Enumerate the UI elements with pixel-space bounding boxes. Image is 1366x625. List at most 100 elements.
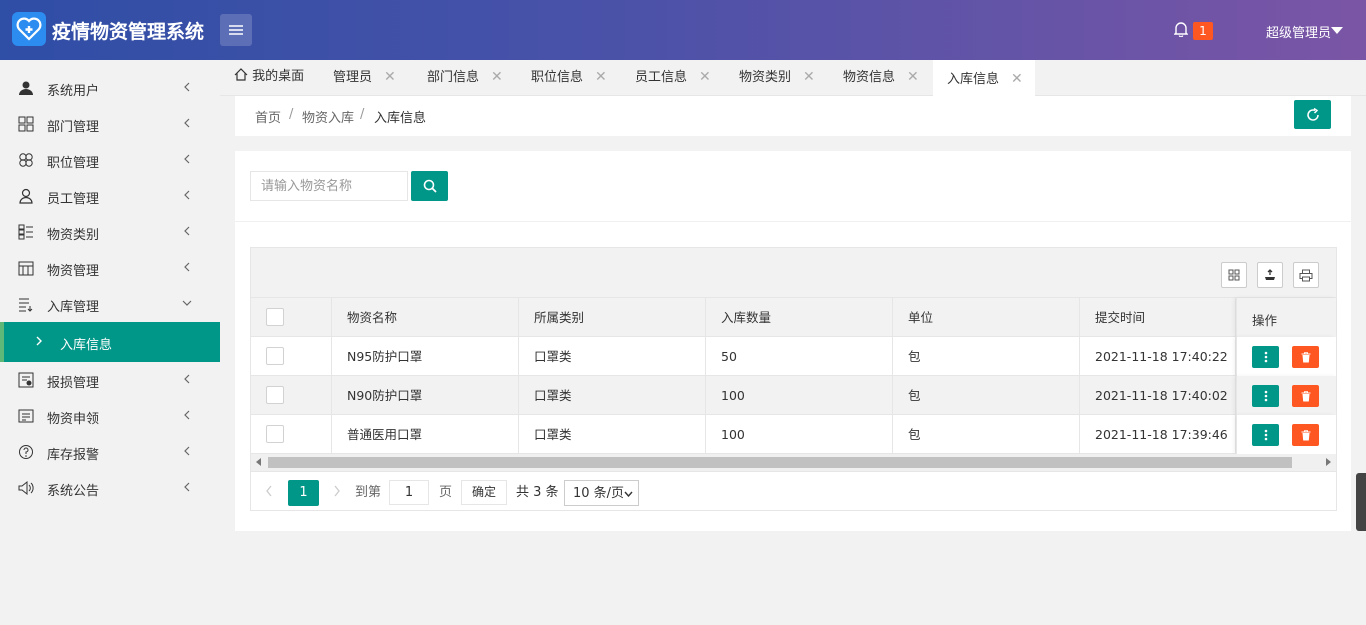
- more-button[interactable]: [1252, 346, 1279, 368]
- tab-stock-in-info[interactable]: 入库信息 ✕: [933, 60, 1035, 96]
- divider: [235, 221, 1351, 222]
- row-select-cell: [251, 337, 332, 376]
- sidebar: 系统用户 部门管理 职位管理 员工管理 物资类别 物资管理 入库管理 入库信息: [0, 60, 220, 625]
- close-icon[interactable]: ✕: [907, 69, 919, 85]
- chevron-left-icon: [266, 485, 272, 497]
- scroll-left-arrow-icon[interactable]: [256, 458, 261, 466]
- column-header[interactable]: 物资名称: [332, 298, 519, 337]
- sidebar-item-material-manage[interactable]: 物资管理: [0, 250, 220, 286]
- table-row[interactable]: N90防护口罩 口罩类 100 包 2021-11-18 17:40:02: [251, 376, 1336, 415]
- current-page[interactable]: 1: [288, 480, 319, 506]
- row-checkbox[interactable]: [266, 425, 284, 443]
- operation-cell: [1236, 337, 1336, 376]
- next-page-button[interactable]: [333, 480, 341, 506]
- breadcrumb-separator: /: [360, 107, 365, 122]
- floating-side-widget[interactable]: [1356, 473, 1366, 531]
- sidebar-item-label: 员工管理: [47, 192, 100, 207]
- notification-bell[interactable]: [1173, 22, 1189, 41]
- caret-down-icon[interactable]: [1331, 27, 1343, 34]
- tab-employee-info[interactable]: 员工信息 ✕: [621, 60, 725, 96]
- row-checkbox[interactable]: [266, 386, 284, 404]
- tab-department-info[interactable]: 部门信息 ✕: [413, 60, 517, 96]
- sidebar-item-label: 报损管理: [47, 376, 100, 391]
- close-icon[interactable]: ✕: [595, 69, 607, 85]
- table-row[interactable]: 普通医用口罩 口罩类 100 包 2021-11-18 17:39:46: [251, 415, 1336, 454]
- sidebar-item-label: 物资类别: [47, 228, 100, 243]
- breadcrumb-current: 入库信息: [374, 111, 427, 126]
- cell-material-name: N90防护口罩: [332, 376, 519, 415]
- tab-desktop[interactable]: 我的桌面: [220, 60, 318, 96]
- column-header[interactable]: 所属类别: [519, 298, 706, 337]
- goto-confirm-button[interactable]: 确定: [461, 480, 507, 505]
- sidebar-item-label: 部门管理: [47, 120, 100, 135]
- close-icon[interactable]: ✕: [699, 69, 711, 85]
- card-icon: [18, 409, 34, 423]
- tab-position-info[interactable]: 职位信息 ✕: [517, 60, 621, 96]
- tab-material-info[interactable]: 物资信息 ✕: [829, 60, 933, 96]
- tab-admin[interactable]: 管理员 ✕: [319, 60, 410, 96]
- delete-button[interactable]: [1292, 346, 1319, 368]
- delete-button[interactable]: [1292, 424, 1319, 446]
- search-button[interactable]: [411, 171, 448, 201]
- goto-page-input[interactable]: [389, 480, 429, 505]
- more-vertical-icon: [1264, 429, 1267, 441]
- sidebar-item-position[interactable]: 职位管理: [0, 142, 220, 178]
- sidebar-item-system-user[interactable]: 系统用户: [0, 70, 220, 106]
- total-count: 共 3 条: [516, 485, 559, 500]
- more-button[interactable]: [1252, 385, 1279, 407]
- sidebar-item-employee[interactable]: 员工管理: [0, 178, 220, 214]
- prev-page-button[interactable]: [265, 480, 273, 506]
- more-button[interactable]: [1252, 424, 1279, 446]
- cell-quantity: 100: [706, 376, 893, 415]
- chevron-left-icon: [184, 118, 190, 128]
- horizontal-scrollbar[interactable]: [251, 454, 1336, 471]
- breadcrumb-home[interactable]: 首页: [255, 107, 281, 126]
- refresh-icon: [1306, 107, 1319, 121]
- sidebar-item-material-apply[interactable]: 物资申领: [0, 398, 220, 434]
- breadcrumb-separator: /: [289, 107, 294, 122]
- column-header[interactable]: 单位: [893, 298, 1080, 337]
- sidebar-item-stock-in[interactable]: 入库管理: [0, 286, 220, 322]
- select-all-checkbox[interactable]: [266, 308, 284, 326]
- close-icon[interactable]: ✕: [1011, 71, 1023, 87]
- close-icon[interactable]: ✕: [491, 69, 503, 85]
- tab-material-category[interactable]: 物资类别 ✕: [725, 60, 829, 96]
- close-icon[interactable]: ✕: [803, 69, 815, 85]
- page-size-select[interactable]: 10 条/页: [564, 480, 639, 506]
- row-checkbox[interactable]: [266, 347, 284, 365]
- report-icon: [18, 372, 34, 388]
- sidebar-subitem-stock-in-info[interactable]: 入库信息: [0, 322, 220, 362]
- home-icon: [234, 68, 248, 81]
- scroll-right-arrow-icon[interactable]: [1326, 458, 1331, 466]
- sidebar-item-label: 物资申领: [47, 412, 100, 427]
- cell-category: 口罩类: [519, 415, 706, 454]
- tab-label: 物资类别: [739, 70, 792, 85]
- user-menu[interactable]: 超级管理员: [1266, 22, 1331, 41]
- table-row[interactable]: N95防护口罩 口罩类 50 包 2021-11-18 17:40:22: [251, 337, 1336, 376]
- chevron-right-icon: [334, 485, 340, 497]
- columns-filter-button[interactable]: [1221, 262, 1247, 288]
- close-icon[interactable]: ✕: [384, 69, 396, 85]
- pagination: 1 到第 页 确定 共 3 条 10 条/页: [251, 471, 1336, 511]
- menu-toggle-button[interactable]: [220, 14, 252, 46]
- export-button[interactable]: [1257, 262, 1283, 288]
- breadcrumb-stock-in[interactable]: 物资入库: [302, 107, 354, 126]
- row-select-cell: [251, 415, 332, 454]
- bell-icon: [1173, 22, 1189, 38]
- sidebar-item-label: 物资管理: [47, 264, 100, 279]
- sidebar-item-announcement[interactable]: 系统公告: [0, 470, 220, 506]
- sidebar-subitem-label: 入库信息: [60, 338, 113, 353]
- sidebar-item-department[interactable]: 部门管理: [0, 106, 220, 142]
- delete-button[interactable]: [1292, 385, 1319, 407]
- sidebar-item-stock-alarm[interactable]: 库存报警: [0, 434, 220, 470]
- scrollbar-thumb[interactable]: [268, 457, 1292, 468]
- print-button[interactable]: [1293, 262, 1319, 288]
- sidebar-item-loss-report[interactable]: 报损管理: [0, 362, 220, 398]
- chevron-down-icon: [182, 300, 192, 306]
- sidebar-item-material-category[interactable]: 物资类别: [0, 214, 220, 250]
- column-header[interactable]: 提交时间: [1080, 298, 1236, 337]
- cell-unit: 包: [893, 337, 1080, 376]
- search-input[interactable]: [250, 171, 408, 201]
- column-header[interactable]: 入库数量: [706, 298, 893, 337]
- refresh-button[interactable]: [1294, 100, 1331, 129]
